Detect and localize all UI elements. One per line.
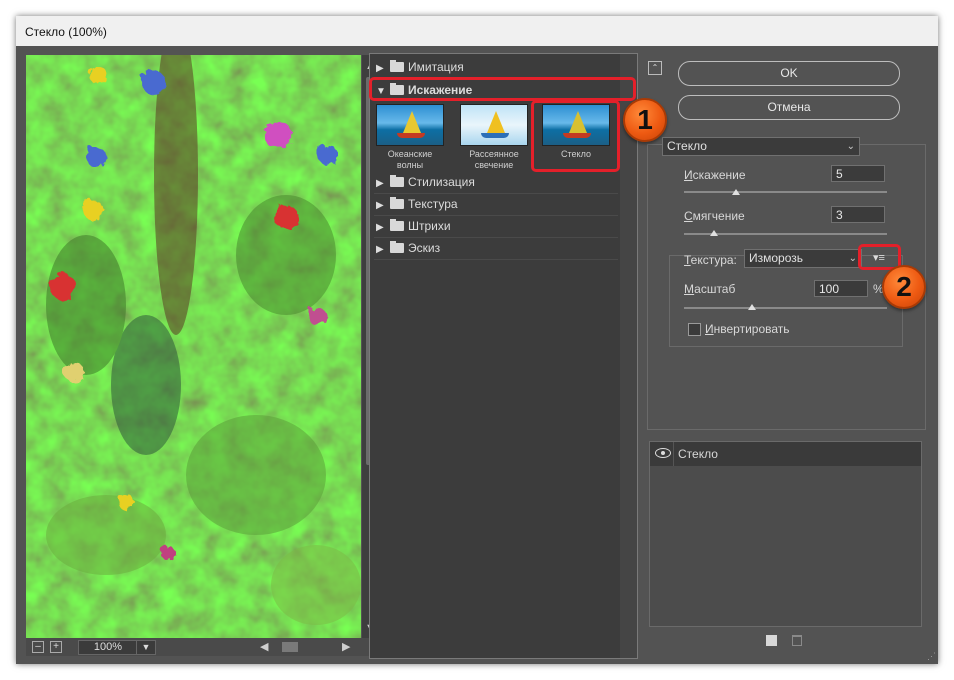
- step-badge-2: 2: [882, 265, 926, 309]
- category-label: Стилизация: [408, 175, 475, 189]
- highlight-glass-filter: [531, 100, 620, 172]
- category-label: Текстура: [408, 197, 458, 211]
- eye-icon[interactable]: [655, 448, 671, 458]
- new-effect-layer-icon[interactable]: [766, 635, 777, 646]
- step-badge-1: 1: [623, 98, 667, 142]
- preview-zoom-bar: – + 100% ▼ ◀ ▶: [26, 638, 379, 656]
- invert-checkbox[interactable]: [688, 323, 701, 336]
- folder-icon: [390, 241, 404, 253]
- category-brush-strokes[interactable]: ▶ Штрихи: [376, 216, 616, 236]
- diffuse-glow-thumbnail: [460, 104, 528, 146]
- scale-slider-knob[interactable]: [748, 304, 756, 310]
- category-sketch[interactable]: ▶ Эскиз: [376, 238, 616, 258]
- scroll-right-icon[interactable]: ▶: [342, 642, 350, 653]
- texture-select-value: Изморозь: [749, 251, 804, 265]
- filter-thumb-ocean-ripple[interactable]: Океанские волны: [376, 104, 444, 171]
- filter-select-value: Стекло: [667, 139, 707, 153]
- scroll-left-icon[interactable]: ◀: [260, 642, 268, 653]
- distortion-slider-knob[interactable]: [732, 189, 740, 195]
- smoothness-value-input[interactable]: 3: [831, 206, 885, 223]
- distortion-value-input[interactable]: 5: [831, 165, 885, 182]
- ok-button[interactable]: OK: [678, 61, 900, 86]
- smoothness-label: Смягчение: [684, 209, 745, 223]
- filter-gallery-window: Стекло (100%) – + 100% ▼ ◀ ▶ ▶ Имитация …: [16, 16, 938, 664]
- filter-thumb-caption: Рассеянное свечение: [460, 149, 528, 171]
- filter-thumb-caption: Океанские волны: [387, 149, 433, 170]
- filter-list-scrollbar[interactable]: [620, 54, 637, 658]
- zoom-in-icon[interactable]: +: [50, 641, 62, 653]
- filter-select[interactable]: Стекло ⌄: [662, 137, 860, 156]
- category-label: Имитация: [408, 60, 464, 74]
- horizontal-scrollbar-thumb[interactable]: [282, 642, 298, 652]
- zoom-level-field[interactable]: 100%: [78, 640, 138, 655]
- highlight-distortion-category: [369, 77, 636, 101]
- effect-layer-name: Стекло: [678, 447, 718, 461]
- caption-line-2: свечение: [474, 160, 514, 170]
- folder-icon: [390, 197, 404, 209]
- texture-label: Текстура:: [684, 253, 737, 267]
- invert-label[interactable]: Инвертировать: [705, 322, 790, 336]
- zoom-dropdown-icon[interactable]: ▼: [136, 640, 156, 655]
- expand-arrow-icon: ▶: [376, 244, 384, 255]
- chevron-down-icon: ⌄: [846, 141, 855, 152]
- divider: [673, 442, 674, 466]
- folder-icon: [390, 219, 404, 231]
- ocean-ripple-thumbnail: [376, 104, 444, 146]
- glass-texture-preview: [26, 55, 361, 638]
- scale-label: Масштаб: [684, 282, 736, 296]
- category-texture[interactable]: ▶ Текстура: [376, 194, 616, 214]
- expand-arrow-icon: ▶: [376, 63, 384, 74]
- distortion-label: Искажение: [684, 168, 746, 182]
- filter-thumb-diffuse-glow[interactable]: Рассеянное свечение: [460, 104, 528, 171]
- texture-select[interactable]: Изморозь ⌄: [744, 249, 862, 268]
- category-imitation[interactable]: ▶ Имитация: [376, 57, 616, 77]
- resize-grip-icon[interactable]: ⋰: [927, 651, 936, 662]
- chevron-down-icon: ⌄: [848, 253, 857, 264]
- expand-arrow-icon: ▶: [376, 178, 384, 189]
- cancel-button[interactable]: Отмена: [678, 95, 900, 120]
- expand-arrow-icon: ▶: [376, 222, 384, 233]
- zoom-out-icon[interactable]: –: [32, 641, 44, 653]
- category-label: Эскиз: [408, 241, 441, 255]
- distortion-slider-track[interactable]: [684, 191, 887, 193]
- folder-icon: [390, 175, 404, 187]
- effect-layers-panel: Стекло: [649, 441, 922, 627]
- collapse-gallery-icon[interactable]: ⌃: [648, 61, 662, 75]
- preview-canvas[interactable]: [26, 55, 361, 638]
- effect-layer-row[interactable]: Стекло: [650, 442, 921, 466]
- title-bar[interactable]: Стекло (100%): [16, 16, 938, 46]
- caption-line-1: Рассеянное: [469, 149, 519, 159]
- scale-value-input[interactable]: 100: [814, 280, 868, 297]
- folder-icon: [390, 60, 404, 72]
- scale-slider-track[interactable]: [684, 307, 887, 309]
- smoothness-slider-knob[interactable]: [710, 230, 718, 236]
- divider: [374, 259, 618, 260]
- window-title: Стекло (100%): [25, 25, 107, 39]
- trash-icon[interactable]: [792, 635, 802, 646]
- category-label: Штрихи: [408, 219, 451, 233]
- expand-arrow-icon: ▶: [376, 200, 384, 211]
- category-stylize[interactable]: ▶ Стилизация: [376, 172, 616, 192]
